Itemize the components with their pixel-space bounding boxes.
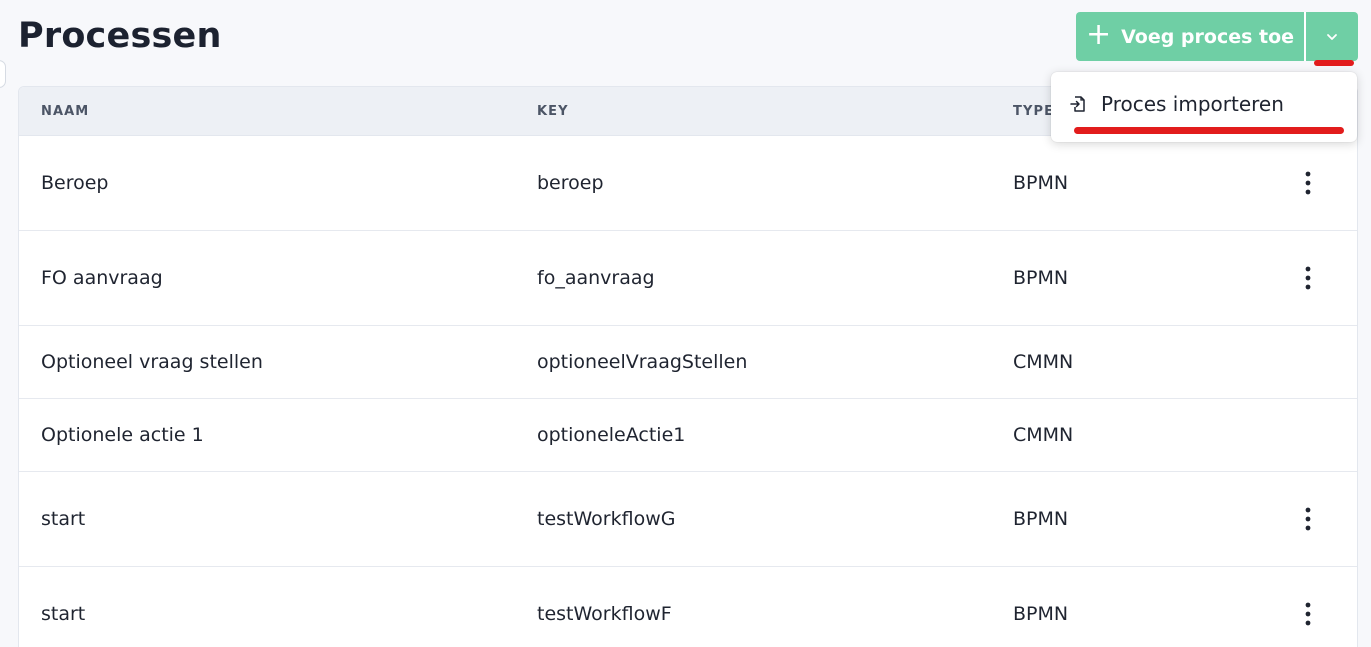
more-options-icon[interactable] <box>1297 599 1319 629</box>
more-options-icon[interactable] <box>1297 504 1319 534</box>
cell-type: BPMN <box>1013 603 1069 625</box>
cell-key: testWorkflowF <box>537 603 672 625</box>
processes-page: Processen + Voeg proces toe NAAM KEY TYP… <box>0 0 1371 647</box>
cell-key: fo_aanvraag <box>537 267 655 289</box>
table-row[interactable]: Optionele actie 1 optioneleActie1 CMMN <box>19 399 1357 472</box>
column-header-type: TYPE <box>1013 103 1055 119</box>
sidebar-collapse-handle[interactable] <box>0 60 6 88</box>
cell-key: beroep <box>537 172 604 194</box>
cell-name: Optioneel vraag stellen <box>41 351 263 373</box>
add-process-dropdown-toggle[interactable] <box>1304 12 1358 61</box>
plus-icon: + <box>1085 17 1112 52</box>
annotation-underline-menu-item <box>1074 127 1344 134</box>
chevron-down-icon <box>1327 33 1337 40</box>
more-options-icon[interactable] <box>1297 168 1319 198</box>
cell-key: testWorkflowG <box>537 508 676 530</box>
add-process-button-group: + Voeg proces toe <box>1076 12 1358 61</box>
column-header-name: NAAM <box>41 103 90 119</box>
import-file-icon <box>1070 96 1085 112</box>
page-title: Processen <box>18 16 222 56</box>
cell-type: CMMN <box>1013 351 1074 373</box>
cell-type: BPMN <box>1013 508 1069 530</box>
annotation-underline-toggle <box>1314 60 1354 66</box>
cell-name: Beroep <box>41 172 109 194</box>
cell-type: BPMN <box>1013 267 1069 289</box>
cell-key: optioneleActie1 <box>537 424 686 446</box>
cell-name: start <box>41 508 86 530</box>
menu-item-label: Proces importeren <box>1101 92 1284 116</box>
processes-table: NAAM KEY TYPE Beroep beroep BPMN FO aanv… <box>18 86 1358 647</box>
cell-key: optioneelVraagStellen <box>537 351 748 373</box>
cell-name: Optionele actie 1 <box>41 424 204 446</box>
cell-type: CMMN <box>1013 424 1074 446</box>
table-row[interactable]: Optioneel vraag stellen optioneelVraagSt… <box>19 326 1357 399</box>
menu-item-import-process[interactable]: Proces importeren <box>1069 92 1284 116</box>
cell-name: start <box>41 603 86 625</box>
add-process-label: Voeg proces toe <box>1121 25 1295 48</box>
cell-type: BPMN <box>1013 172 1069 194</box>
table-row[interactable]: Beroep beroep BPMN <box>19 136 1357 231</box>
table-row[interactable]: start testWorkflowG BPMN <box>19 472 1357 567</box>
table-row[interactable]: FO aanvraag fo_aanvraag BPMN <box>19 231 1357 326</box>
table-row[interactable]: start testWorkflowF BPMN <box>19 567 1357 647</box>
more-options-icon[interactable] <box>1297 263 1319 293</box>
column-header-key: KEY <box>537 103 569 119</box>
cell-name: FO aanvraag <box>41 267 163 289</box>
add-process-button[interactable]: + Voeg proces toe <box>1076 12 1304 61</box>
